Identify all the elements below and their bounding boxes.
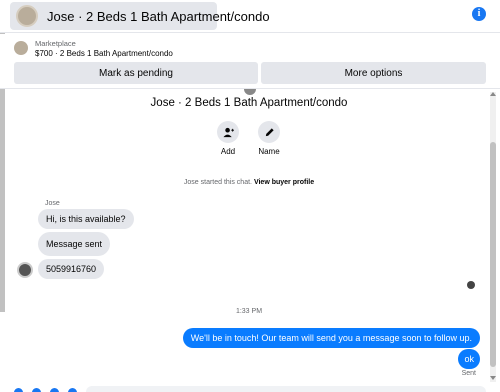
outgoing-message[interactable]: ok bbox=[458, 349, 480, 369]
add-person-icon[interactable] bbox=[217, 121, 239, 143]
chat-started-text: Jose started this chat. bbox=[183, 179, 252, 186]
incoming-message[interactable]: Message sent bbox=[38, 232, 111, 256]
name-action[interactable]: Name bbox=[249, 121, 289, 156]
incoming-message[interactable]: Hi, is this available? bbox=[38, 209, 134, 229]
listing-thumbnail bbox=[16, 5, 38, 27]
listing-price[interactable]: $700 · 2 Beds 1 Bath Apartment/condo bbox=[35, 49, 173, 58]
add-label: Add bbox=[220, 147, 236, 156]
conversation-scrollbar[interactable] bbox=[490, 92, 496, 382]
profile-photo bbox=[244, 89, 256, 95]
message-timestamp: 1:33 PM bbox=[235, 308, 263, 315]
chat-title-button[interactable]: Jose · 2 Beds 1 Bath Apartment/condo bbox=[10, 2, 270, 30]
info-icon[interactable]: i bbox=[472, 7, 486, 21]
chat-title: Jose · 2 Beds 1 Bath Apartment/condo bbox=[47, 8, 270, 24]
marketplace-label: Marketplace bbox=[35, 39, 76, 48]
scroll-down-arrow-icon[interactable] bbox=[490, 376, 496, 380]
delivery-status: Sent bbox=[461, 370, 476, 377]
sticker-icon[interactable] bbox=[50, 388, 59, 392]
name-label: Name bbox=[258, 147, 280, 156]
outgoing-message[interactable]: We'll be in touch! Our team will send yo… bbox=[182, 328, 480, 348]
sender-avatar[interactable] bbox=[17, 262, 33, 278]
sender-name: Jose bbox=[45, 200, 60, 207]
chat-started-notice: Jose started this chat. View buyer profi… bbox=[10, 179, 488, 186]
message-composer bbox=[0, 384, 500, 392]
scrollbar-thumb[interactable] bbox=[490, 142, 496, 367]
incoming-message[interactable]: 5059916760 bbox=[38, 259, 105, 279]
conversation-title: Jose · 2 Beds 1 Bath Apartment/condo bbox=[150, 97, 348, 109]
chat-header: Jose · 2 Beds 1 Bath Apartment/condo i bbox=[0, 0, 500, 33]
gif-icon[interactable] bbox=[68, 388, 77, 392]
listing-thumbnail-small[interactable] bbox=[14, 41, 28, 55]
view-buyer-profile-link[interactable]: View buyer profile bbox=[254, 179, 314, 186]
message-input[interactable] bbox=[86, 386, 486, 392]
seen-indicator-avatar bbox=[467, 281, 475, 289]
add-action[interactable]: Add bbox=[208, 121, 248, 156]
more-options-button[interactable]: More options bbox=[261, 62, 486, 84]
scroll-up-arrow-icon[interactable] bbox=[490, 92, 496, 96]
mark-pending-button[interactable]: Mark as pending bbox=[14, 62, 258, 84]
more-actions-icon[interactable] bbox=[14, 388, 23, 392]
marketplace-banner: Marketplace $700 · 2 Beds 1 Bath Apartme… bbox=[0, 34, 500, 89]
pencil-icon[interactable] bbox=[258, 121, 280, 143]
photo-icon[interactable] bbox=[32, 388, 41, 392]
conversation-area: Jose · 2 Beds 1 Bath Apartment/condo Add… bbox=[10, 89, 488, 385]
